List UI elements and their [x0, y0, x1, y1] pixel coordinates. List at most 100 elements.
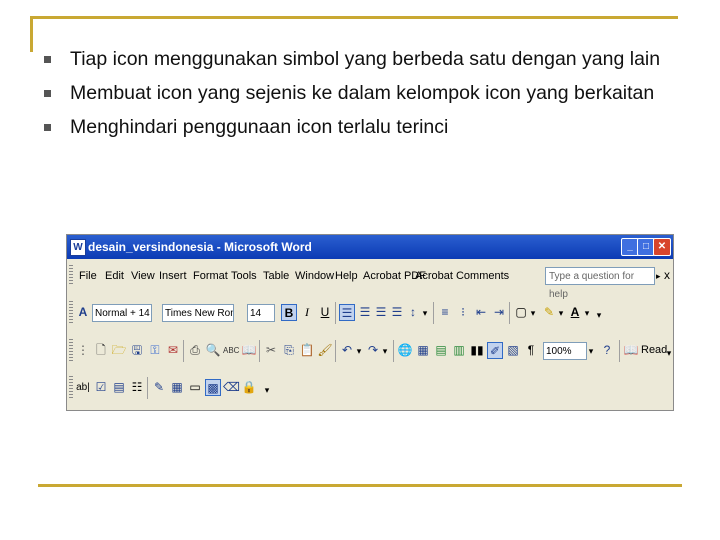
toolbar-options-icon[interactable]: ▾ [595, 308, 603, 322]
open-folder-icon[interactable]: 🗁 [111, 342, 127, 359]
align-center-icon[interactable]: ☰ [357, 304, 373, 321]
underline-button[interactable]: U [317, 304, 333, 321]
insert-excel-icon[interactable]: ▥ [451, 342, 467, 359]
tables-borders-icon[interactable]: ▦ [415, 342, 431, 359]
styles-formatting-icon[interactable]: A [75, 304, 91, 321]
drawing-icon[interactable]: ✐ [487, 342, 503, 359]
reset-form-fields-icon[interactable]: ⌫ [223, 379, 240, 396]
close-button[interactable]: ✕ [653, 238, 671, 256]
toolbar-separator [619, 340, 620, 362]
insert-table-icon[interactable]: ▤ [433, 342, 449, 359]
font-color-icon[interactable]: A [567, 304, 583, 321]
style-combo[interactable]: Normal + 14 pt [92, 304, 152, 322]
menu-acrobat-comments[interactable]: Acrobat Comments [415, 265, 509, 287]
menu-window[interactable]: Window [295, 265, 334, 287]
frame-top-line [30, 16, 678, 19]
menu-tools[interactable]: Tools [231, 265, 257, 287]
justify-icon[interactable]: ☰ [389, 304, 405, 321]
font-color-dropdown-icon[interactable]: ▾ [583, 306, 591, 320]
menu-grip[interactable] [69, 265, 73, 285]
forms-toolbar: ab| ☑ ▤ ☷ ✎ ▦ ▭ ▩ ⌫ 🔒 ▾ [67, 373, 277, 403]
toolbar-options-icon[interactable]: ▾ [263, 383, 271, 397]
permission-icon[interactable]: ⚿ [147, 342, 163, 359]
decrease-indent-icon[interactable]: ⇤ [473, 304, 489, 321]
zoom-combo[interactable]: 100% [543, 342, 587, 360]
new-document-icon[interactable]: 🗋 [93, 342, 109, 359]
bullet-item: Tiap icon menggunakan simbol yang berbed… [44, 47, 670, 71]
read-button-label[interactable]: Read [641, 342, 667, 359]
toolbar-grip[interactable] [69, 339, 73, 363]
undo-dropdown-icon[interactable]: ▾ [355, 344, 363, 358]
toolbar-separator [335, 340, 336, 362]
formatting-toolbar: A Normal + 14 pt Times New Roman 14 B I … [67, 298, 673, 328]
menu-insert[interactable]: Insert [159, 265, 187, 287]
bold-button[interactable]: B [281, 304, 297, 321]
menu-view[interactable]: View [131, 265, 155, 287]
dropdown-form-field-icon[interactable]: ▤ [111, 379, 127, 396]
menu-file[interactable]: File [79, 265, 97, 287]
toolbar-grip[interactable] [69, 376, 73, 400]
border-dropdown-icon[interactable]: ▾ [529, 306, 537, 320]
border-icon[interactable]: ▢ [513, 304, 529, 321]
menu-help[interactable]: Help [335, 265, 358, 287]
numbering-icon[interactable]: ≡ [437, 304, 453, 321]
insert-frame-icon[interactable]: ▭ [187, 379, 203, 396]
bullet-square-icon [44, 90, 51, 97]
toolbar-options-left-icon[interactable]: ⋮ [75, 342, 91, 359]
protect-form-icon[interactable]: 🔒 [241, 379, 257, 396]
insert-hyperlink-icon[interactable]: 🌐 [397, 342, 413, 359]
italic-button[interactable]: I [299, 304, 315, 321]
document-map-icon[interactable]: ▧ [505, 342, 521, 359]
text-form-field-icon[interactable]: ab| [75, 379, 91, 396]
document-close-button[interactable]: x [664, 266, 670, 284]
paste-icon[interactable]: 📋 [299, 342, 315, 359]
toolbar-options-icon[interactable]: ▾ [665, 346, 673, 360]
format-painter-icon[interactable]: 🖌 [317, 342, 333, 359]
increase-indent-icon[interactable]: ⇥ [491, 304, 507, 321]
font-combo[interactable]: Times New Roman [162, 304, 234, 322]
save-icon[interactable]: 🖫 [129, 342, 145, 359]
bullet-list: Tiap icon menggunakan simbol yang berbed… [44, 47, 670, 149]
font-size-combo[interactable]: 14 [247, 304, 275, 322]
print-icon[interactable]: ⎙ [187, 342, 203, 359]
toolbar-grip[interactable] [69, 301, 73, 325]
research-icon[interactable]: 📖 [241, 342, 257, 359]
menu-format[interactable]: Format [193, 265, 228, 287]
word-window-screenshot: W desain_versindonesia - Microsoft Word … [66, 234, 674, 411]
bullets-icon[interactable]: ⁝ [455, 304, 471, 321]
menu-edit[interactable]: Edit [105, 265, 124, 287]
align-right-icon[interactable]: ☰ [373, 304, 389, 321]
show-hide-icon[interactable]: ¶ [523, 342, 539, 359]
align-left-icon[interactable]: ☰ [339, 304, 355, 321]
line-spacing-dropdown-icon[interactable]: ▾ [421, 306, 429, 320]
form-field-options-icon[interactable]: ☷ [129, 379, 145, 396]
copy-icon[interactable]: ⎘ [281, 342, 297, 359]
spelling-icon[interactable]: ABC [223, 342, 239, 359]
zoom-dropdown-icon[interactable]: ▾ [587, 344, 595, 358]
help-icon[interactable]: ? [599, 342, 615, 359]
window-titlebar: W desain_versindonesia - Microsoft Word … [67, 235, 673, 259]
draw-table-icon[interactable]: ✎ [151, 379, 167, 396]
highlight-icon[interactable]: ✎ [541, 304, 557, 321]
word-app-icon: W [70, 239, 86, 256]
redo-dropdown-icon[interactable]: ▾ [381, 344, 389, 358]
print-preview-icon[interactable]: 🔍 [205, 342, 221, 359]
redo-icon[interactable]: ↷ [365, 342, 381, 359]
form-field-shading-icon[interactable]: ▩ [205, 379, 221, 396]
email-icon[interactable]: ✉ [165, 342, 181, 359]
toolbar-separator [183, 340, 184, 362]
help-question-input[interactable]: Type a question for help [545, 267, 655, 300]
read-mode-icon[interactable]: 📖 [623, 342, 639, 359]
highlight-dropdown-icon[interactable]: ▾ [557, 306, 565, 320]
line-spacing-icon[interactable]: ↕ [405, 304, 421, 321]
menu-table[interactable]: Table [263, 265, 289, 287]
cut-icon[interactable]: ✂ [263, 342, 279, 359]
standard-toolbar: ⋮ 🗋 🗁 🖫 ⚿ ✉ ⎙ 🔍 ABC 📖 ✂ ⎘ 📋 🖌 ↶ ▾ ↷ ▾ 🌐 … [67, 336, 673, 366]
bullet-square-icon [44, 56, 51, 63]
columns-icon[interactable]: ▮▮ [469, 342, 485, 359]
window-title: desain_versindonesia - Microsoft Word [88, 240, 312, 254]
toolbar-separator [259, 340, 260, 362]
insert-table-form-icon[interactable]: ▦ [169, 379, 185, 396]
checkbox-form-field-icon[interactable]: ☑ [93, 379, 109, 396]
undo-icon[interactable]: ↶ [339, 342, 355, 359]
